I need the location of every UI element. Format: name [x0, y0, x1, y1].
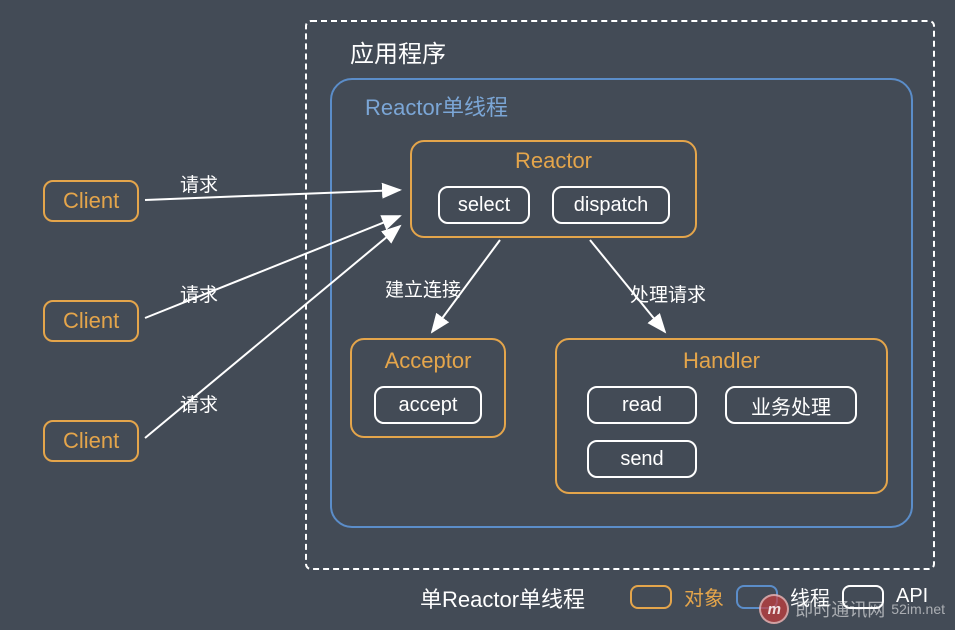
- request-label-2: 请求: [180, 280, 218, 307]
- legend-object-swatch: [630, 585, 672, 609]
- watermark-domain: 52im.net: [891, 601, 945, 617]
- thread-title: Reactor单线程: [365, 90, 508, 122]
- watermark: m 即时通讯网 52im.net: [759, 594, 945, 624]
- handler-box: Handler read 业务处理 send: [555, 338, 888, 494]
- handler-biz-api: 业务处理: [725, 386, 857, 424]
- legend-object-label: 对象: [684, 582, 724, 611]
- application-title: 应用程序: [350, 34, 446, 69]
- handler-send-api: send: [587, 440, 697, 478]
- reactor-select-api: select: [438, 186, 530, 224]
- reactor-box: Reactor select dispatch: [410, 140, 697, 238]
- request-label-3: 请求: [180, 390, 218, 417]
- handler-read-api: read: [587, 386, 697, 424]
- acceptor-title: Acceptor: [352, 348, 504, 374]
- acceptor-accept-api: accept: [374, 386, 482, 424]
- client-3: Client: [43, 420, 139, 462]
- client-1: Client: [43, 180, 139, 222]
- watermark-logo-icon: m: [759, 594, 789, 624]
- process-label: 处理请求: [630, 280, 706, 307]
- watermark-site: 即时通讯网: [795, 596, 885, 622]
- reactor-title: Reactor: [412, 148, 695, 174]
- establish-label: 建立连接: [385, 275, 461, 302]
- acceptor-box: Acceptor accept: [350, 338, 506, 438]
- diagram-caption: 单Reactor单线程: [420, 582, 585, 614]
- request-label-1: 请求: [180, 170, 218, 197]
- handler-title: Handler: [557, 348, 886, 374]
- reactor-dispatch-api: dispatch: [552, 186, 670, 224]
- client-2: Client: [43, 300, 139, 342]
